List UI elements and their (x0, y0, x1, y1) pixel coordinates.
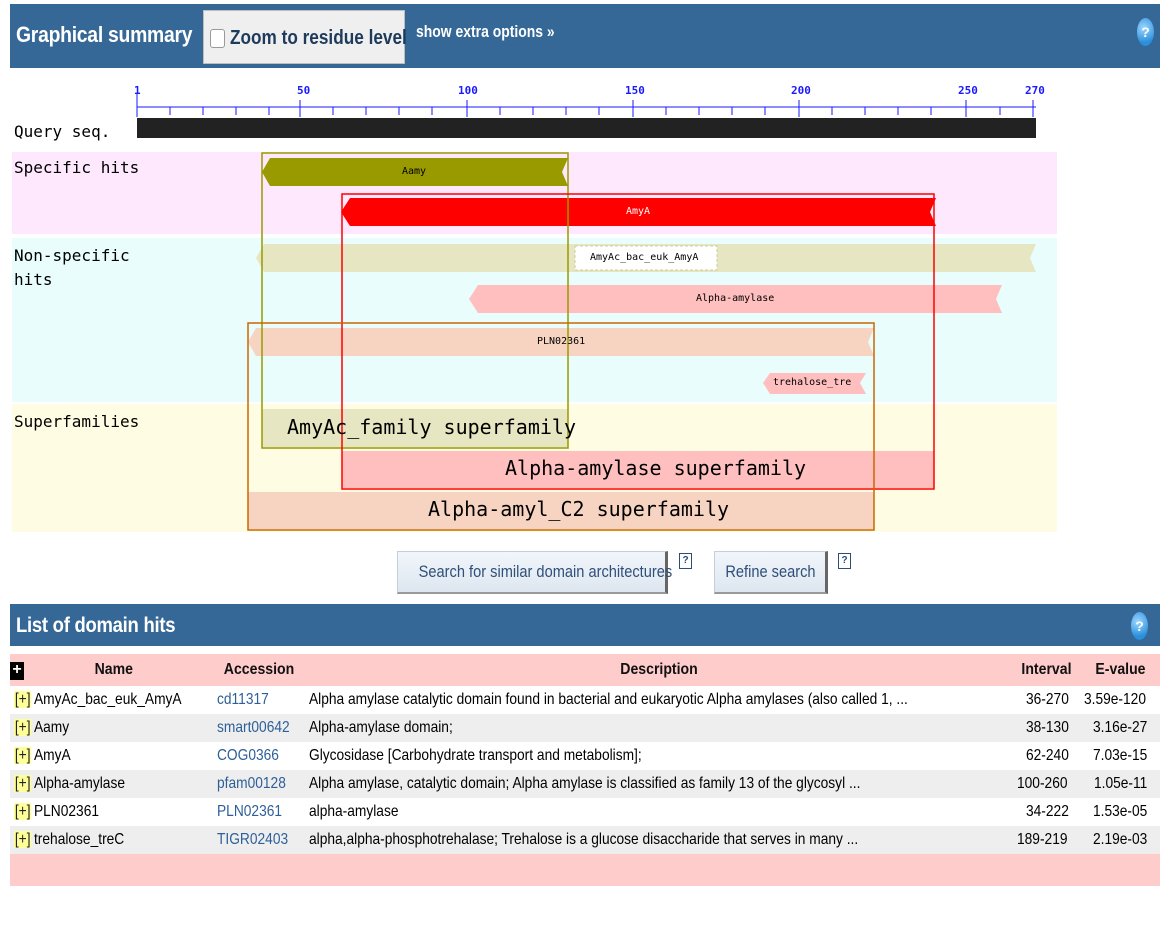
evalue-cell: 3.16e-27 (1079, 714, 1160, 742)
domain-hits-help-icon[interactable]: ? (1131, 612, 1148, 640)
domain-hits-header: List of domain hits ? (10, 604, 1160, 646)
sf-label-alpha-amylase: Alpha-amylase superfamily (505, 456, 807, 480)
table-row: [+] trehalose_treC TIGR02403 alpha,alpha-… (10, 826, 1160, 854)
table-row: [+] AmyAc_bac_euk_AmyA cd11317 Alpha amyl… (10, 686, 1160, 714)
sf-label-alpha-amyl-c2: Alpha-amyl_C2 superfamily (428, 497, 730, 521)
expand-row-icon[interactable]: [+] (14, 803, 32, 820)
accession-link[interactable]: cd11317 (212, 686, 306, 714)
hit-label-amyac: AmyAc_bac_euk_AmyA (590, 252, 699, 263)
hit-name-cell[interactable]: [+] trehalose_treC (10, 826, 213, 854)
expand-row-icon[interactable]: [+] (14, 831, 32, 848)
hit-label-aamy: Aamy (402, 166, 427, 177)
table-header-row: + Name Accession Description Interval E-… (10, 654, 1160, 686)
hit-name-cell[interactable]: [+] AmyA (10, 742, 213, 770)
accession-link[interactable]: pfam00128 (212, 770, 306, 798)
interval-cell: 34-222 (1013, 798, 1080, 826)
table-row: [+] Aamy smart00642 Alpha-amylase domain;… (10, 714, 1160, 742)
evalue-cell: 3.59e-120 (1079, 686, 1160, 714)
accession-link[interactable]: smart00642 (212, 714, 306, 742)
interval-cell: 36-270 (1013, 686, 1080, 714)
description-cell: Alpha amylase, catalytic domain; Alpha a… (305, 770, 1014, 798)
interval-cell: 189-219 (1013, 826, 1080, 854)
interval-cell: 62-240 (1013, 742, 1080, 770)
description-column-header[interactable]: Description (305, 654, 1014, 686)
description-cell: Alpha amylase catalytic domain found in … (305, 686, 1014, 714)
evalue-cell: 7.03e-15 (1079, 742, 1160, 770)
expand-row-icon[interactable]: [+] (14, 775, 32, 792)
table-row: [+] PLN02361 PLN02361 alpha-amylase 34-22… (10, 798, 1160, 826)
hit-label-trehalose: trehalose_tre (773, 377, 852, 388)
evalue-cell: 1.53e-05 (1079, 798, 1160, 826)
hit-label-amya: AmyA (626, 206, 651, 217)
hit-name-cell[interactable]: [+] Aamy (10, 714, 213, 742)
search-similar-architectures-button[interactable]: Search for similar domain architectures (397, 551, 672, 594)
hit-name-cell[interactable]: [+] AmyAc_bac_euk_AmyA (10, 686, 213, 714)
evalue-cell: 2.19e-03 (1079, 826, 1160, 854)
interval-cell: 100-260 (1013, 770, 1080, 798)
description-cell: Glycosidase [Carbohydrate transport and … (305, 742, 1014, 770)
hit-label-pln02361: PLN02361 (537, 336, 586, 347)
accession-column-header[interactable]: Accession (212, 654, 306, 686)
table-row: [+] Alpha-amylase pfam00128 Alpha amylase… (10, 770, 1160, 798)
accession-link[interactable]: PLN02361 (212, 798, 306, 826)
name-column-header[interactable]: + Name (10, 654, 213, 686)
accession-link[interactable]: TIGR02403 (212, 826, 306, 854)
sf-label-amyac: AmyAc_family superfamily (287, 415, 576, 439)
ruler (136, 94, 1036, 117)
expand-row-icon[interactable]: [+] (14, 691, 32, 708)
search-similar-help-icon[interactable]: ? (679, 553, 692, 569)
table-row: [+] AmyA COG0366 Glycosidase [Carbohydrat… (10, 742, 1160, 770)
expand-row-icon[interactable]: [+] (14, 719, 32, 736)
query-seq-bar (137, 118, 1036, 138)
interval-column-header[interactable]: Interval (1013, 654, 1080, 686)
expand-row-icon[interactable]: [+] (14, 747, 32, 764)
accession-link[interactable]: COG0366 (212, 742, 306, 770)
table-footer (10, 854, 1160, 886)
evalue-column-header[interactable]: E-value (1079, 654, 1160, 686)
interval-cell: 38-130 (1013, 714, 1080, 742)
expand-all-icon[interactable]: + (10, 661, 24, 680)
domain-hits-table: + Name Accession Description Interval E-… (10, 654, 1160, 886)
hit-name-cell[interactable]: [+] PLN02361 (10, 798, 213, 826)
table-footer-row (10, 854, 1160, 886)
hit-name-cell[interactable]: [+] Alpha-amylase (10, 770, 213, 798)
refine-search-button[interactable]: Refine search (714, 551, 828, 594)
refine-search-help-icon[interactable]: ? (838, 553, 851, 569)
domain-hits-title: List of domain hits (16, 614, 176, 637)
hit-label-alpha-amylase: Alpha-amylase (696, 293, 775, 304)
evalue-cell: 1.05e-11 (1079, 770, 1160, 798)
description-cell: alpha-amylase (305, 798, 1014, 826)
description-cell: Alpha-amylase domain; (305, 714, 1014, 742)
description-cell: alpha,alpha-phosphotrehalase; Trehalose … (305, 826, 1014, 854)
